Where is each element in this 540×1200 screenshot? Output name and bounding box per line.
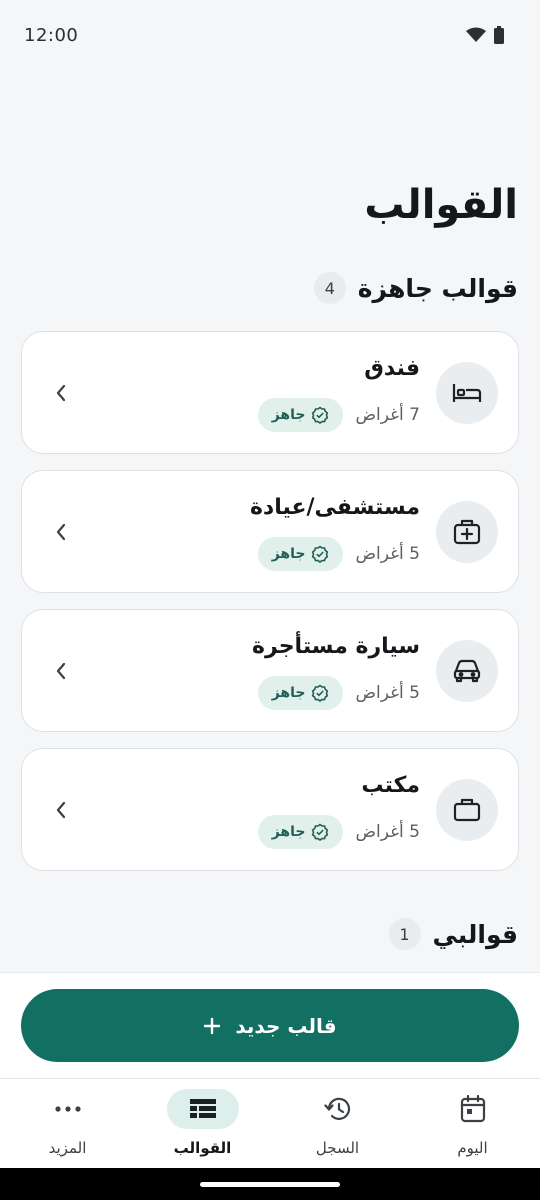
- template-card-rental-car[interactable]: سيارة مستأجرة 5 أغراض جاهز: [21, 609, 519, 732]
- ready-badge-label: جاهز: [271, 407, 306, 423]
- nav-more[interactable]: المزيد: [0, 1079, 135, 1168]
- calendar-icon: [437, 1089, 509, 1129]
- plus-icon: [204, 1017, 221, 1034]
- templates-icon: [166, 1089, 239, 1129]
- chevron-left-icon: [50, 521, 72, 543]
- card-title: مكتب: [361, 773, 420, 798]
- status-bar: 12:00: [0, 0, 540, 70]
- more-horizontal-icon: [32, 1089, 104, 1129]
- my-section-header: قوالبي 1: [388, 918, 519, 950]
- briefcase-icon: [436, 779, 498, 841]
- status-time: 12:00: [24, 24, 79, 46]
- system-navigation-bar: [0, 1168, 540, 1200]
- status-icons: [466, 26, 504, 44]
- ready-badge-label: جاهز: [271, 685, 306, 701]
- ready-badge: جاهز: [257, 815, 344, 849]
- action-area: قالب جديد: [0, 972, 540, 1078]
- chevron-left-icon: [50, 660, 72, 682]
- bottom-nav: اليوم السجل القوالب المزيد: [0, 1078, 540, 1168]
- card-title: مستشفى/عيادة: [249, 495, 420, 520]
- items-count: 5 أغراض: [355, 683, 420, 703]
- count-badge: 4: [313, 272, 346, 304]
- ready-badge: جاهز: [257, 398, 344, 432]
- medical-kit-icon: [436, 501, 498, 563]
- card-meta: 5 أغراض جاهز: [257, 815, 420, 849]
- new-template-label: قالب جديد: [235, 1013, 337, 1038]
- verified-icon: [312, 823, 329, 841]
- card-title: فندق: [364, 356, 420, 381]
- card-meta: 5 أغراض جاهز: [257, 537, 420, 571]
- ready-badge: جاهز: [257, 537, 344, 571]
- section-title: قوالب جاهزة: [357, 273, 518, 303]
- car-icon: [436, 640, 498, 702]
- nav-templates[interactable]: القوالب: [135, 1079, 270, 1168]
- items-count: 5 أغراض: [355, 544, 420, 564]
- template-card-office[interactable]: مكتب 5 أغراض جاهز: [21, 748, 519, 871]
- ready-badge: جاهز: [257, 676, 344, 710]
- wifi-icon: [466, 27, 486, 42]
- nav-more-label: المزيد: [48, 1139, 87, 1157]
- verified-icon: [312, 545, 329, 563]
- card-meta: 5 أغراض جاهز: [257, 676, 420, 710]
- items-count: 5 أغراض: [355, 822, 420, 842]
- nav-history[interactable]: السجل: [270, 1079, 405, 1168]
- ready-section-header: قوالب جاهزة 4: [313, 272, 518, 304]
- ready-badge-label: جاهز: [271, 824, 306, 840]
- battery-icon: [494, 26, 504, 44]
- chevron-left-icon: [50, 799, 72, 821]
- gesture-handle[interactable]: [200, 1181, 340, 1187]
- bed-icon: [436, 362, 498, 424]
- card-title: سيارة مستأجرة: [252, 634, 420, 659]
- card-meta: 7 أغراض جاهز: [257, 398, 420, 432]
- history-icon: [302, 1089, 374, 1129]
- items-count: 7 أغراض: [355, 405, 420, 425]
- verified-icon: [312, 684, 329, 702]
- nav-today-label: اليوم: [457, 1139, 488, 1157]
- nav-history-label: السجل: [315, 1139, 360, 1157]
- section-title: قوالبي: [432, 919, 519, 949]
- page-title: القوالب: [364, 182, 518, 228]
- ready-badge-label: جاهز: [271, 546, 306, 562]
- template-card-hotel[interactable]: فندق 7 أغراض جاهز: [21, 331, 519, 454]
- nav-templates-label: القوالب: [173, 1139, 232, 1157]
- new-template-button[interactable]: قالب جديد: [21, 989, 519, 1062]
- nav-today[interactable]: اليوم: [405, 1079, 540, 1168]
- verified-icon: [312, 406, 329, 424]
- template-card-hospital[interactable]: مستشفى/عيادة 5 أغراض جاهز: [21, 470, 519, 593]
- count-badge: 1: [388, 918, 421, 950]
- chevron-left-icon: [50, 382, 72, 404]
